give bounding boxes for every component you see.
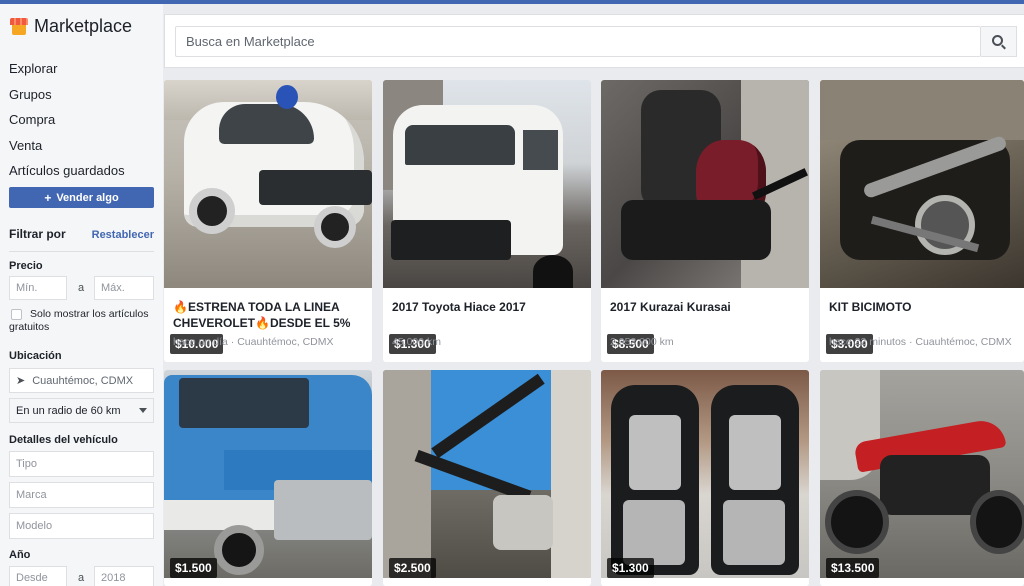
price-max-input[interactable]: Máx. [94, 276, 154, 300]
listing-price: $13.500 [826, 558, 880, 578]
search-icon [992, 35, 1003, 46]
sidebar-item-venta[interactable]: Venta [9, 133, 125, 159]
listing-title: 2017 Toyota Hiace 2017 [392, 300, 526, 314]
listing-photo-motorcycle-frame [383, 370, 591, 578]
search-input[interactable]: Busca en Marketplace [175, 26, 981, 57]
year-to-input[interactable]: 2018 [94, 566, 154, 586]
listing-photo-red-motorcycle [601, 80, 809, 288]
listing-card[interactable]: $8.500 2017 Kurazai Kurasai 2.953.000 km [601, 80, 809, 362]
vehicle-type-placeholder: Tipo [16, 458, 37, 470]
sell-button-label: Vender algo [56, 191, 119, 204]
vehicle-model-input[interactable]: Modelo [9, 513, 154, 539]
vehicle-details-label: Detalles del vehículo [9, 434, 118, 446]
sidebar: Marketplace Explorar Grupos Compra Venta… [0, 4, 163, 586]
listing-title: 🔥ESTRENA TODA LA LINEA CHEVEROLET🔥DESDE … [173, 300, 351, 330]
listing-card[interactable]: $10.000 🔥ESTRENA TODA LA LINEA CHEVEROLE… [164, 80, 372, 362]
listing-card[interactable]: $1.300 [601, 370, 809, 586]
year-from-placeholder: Desde [16, 572, 48, 584]
listing-meta: 45.000 km [392, 336, 442, 348]
radius-select[interactable]: En un radio de 60 km [9, 398, 154, 423]
listing-photo-white-van [383, 80, 591, 288]
sidebar-item-saved[interactable]: Artículos guardados [9, 158, 125, 184]
listing-card[interactable]: $1.500 [164, 370, 372, 586]
location-label: Ubicación [9, 350, 62, 362]
listing-title: KIT BICIMOTO [829, 300, 912, 314]
listing-photo-car-seats [601, 370, 809, 578]
price-label: Precio [9, 260, 43, 272]
location-input[interactable]: ➤ Cuauhtémoc, CDMX [9, 368, 154, 393]
listing-price: $1.300 [607, 558, 654, 578]
sidebar-nav: Explorar Grupos Compra Venta Artículos g… [9, 56, 125, 184]
listing-card[interactable]: $1.300 2017 Toyota Hiace 2017 45.000 km [383, 80, 591, 362]
price-min-placeholder: Mín. [16, 282, 38, 294]
price-max-placeholder: Máx. [101, 282, 125, 294]
chevron-down-icon [139, 408, 147, 413]
vehicle-model-placeholder: Modelo [16, 520, 53, 532]
listing-price: $2.500 [389, 558, 436, 578]
brand[interactable]: Marketplace [10, 16, 132, 37]
listing-title: 2017 Kurazai Kurasai [610, 300, 731, 314]
listing-meta: hace 22 minutos · Cuauhtémoc, CDMX [829, 336, 1012, 348]
year-separator: a [78, 572, 85, 584]
reset-filters-link[interactable]: Restablecer [92, 229, 154, 241]
search-button[interactable] [981, 26, 1017, 57]
sell-something-button[interactable]: + Vender algo [9, 187, 154, 208]
vehicle-brand-placeholder: Marca [16, 489, 47, 501]
listing-card[interactable]: $13.500 [820, 370, 1024, 586]
listing-photo-blue-pickup [164, 370, 372, 578]
sidebar-item-compra[interactable]: Compra [9, 107, 125, 133]
filter-header: Filtrar por Restablecer [9, 227, 154, 241]
divider [9, 251, 154, 252]
listing-photo-white-suv [164, 80, 372, 288]
vehicle-type-input[interactable]: Tipo [9, 451, 154, 477]
radius-value: En un radio de 60 km [16, 404, 121, 417]
listing-card[interactable]: $3.000 KIT BICIMOTO hace 22 minutos · Cu… [820, 80, 1024, 362]
listing-photo-bike-motor-kit [820, 80, 1024, 288]
location-arrow-icon: ➤ [16, 375, 26, 387]
year-label: Año [9, 549, 31, 561]
price-min-input[interactable]: Mín. [9, 276, 67, 300]
year-to-value: 2018 [101, 572, 126, 584]
listing-photo-red-dirt-bike [820, 370, 1024, 578]
listing-meta: hace un día · Cuauhtémoc, CDMX [173, 336, 334, 348]
plus-icon: + [44, 190, 52, 205]
marketplace-store-icon [10, 17, 28, 36]
free-only-label[interactable]: Solo mostrar los artículos gratuitos [9, 308, 154, 334]
search-panel: Busca en Marketplace [164, 14, 1024, 68]
sidebar-item-grupos[interactable]: Grupos [9, 82, 125, 108]
price-separator: a [78, 282, 85, 294]
listing-meta: 2.953.000 km [610, 336, 674, 348]
year-from-input[interactable]: Desde [9, 566, 67, 586]
page-title: Marketplace [34, 16, 133, 36]
listing-price: $1.500 [170, 558, 217, 578]
sidebar-item-explorar[interactable]: Explorar [9, 56, 125, 82]
listing-card[interactable]: $2.500 [383, 370, 591, 586]
search-placeholder: Busca en Marketplace [186, 34, 315, 49]
filter-title: Filtrar por [9, 227, 66, 241]
location-value: Cuauhtémoc, CDMX [32, 374, 134, 387]
vehicle-brand-input[interactable]: Marca [9, 482, 154, 508]
